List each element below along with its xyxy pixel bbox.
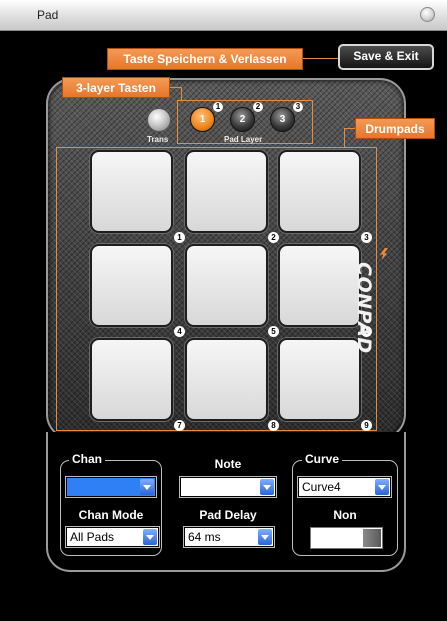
pad-1-number: 1 xyxy=(174,232,185,243)
non-label: Non xyxy=(333,508,357,522)
drum-pad-3[interactable] xyxy=(278,150,361,233)
drum-pad-6[interactable] xyxy=(278,244,361,327)
chan-mode-label: Chan Mode xyxy=(78,508,144,522)
chevron-down-icon[interactable] xyxy=(258,529,272,545)
curve-label: Curve xyxy=(302,452,343,466)
drum-pad-9[interactable] xyxy=(278,338,361,421)
layer-3-badge: 3 xyxy=(293,102,303,112)
callout-drumpads: Drumpads xyxy=(355,118,435,139)
window-title: Pad xyxy=(37,8,59,22)
note-select[interactable] xyxy=(180,477,276,497)
brand-logo: CONPAD xyxy=(353,262,375,354)
chevron-down-icon[interactable] xyxy=(260,479,274,495)
chevron-down-icon[interactable] xyxy=(143,529,157,545)
pad-4-number: 4 xyxy=(174,326,185,337)
callout-drumpads-connector-v xyxy=(344,128,345,148)
callout-save: Taste Speichern & Verlassen xyxy=(107,48,303,70)
drum-pad-7[interactable] xyxy=(90,338,173,421)
pad-3-number: 3 xyxy=(361,232,372,243)
layer-1-button[interactable]: 1 xyxy=(190,107,215,132)
pad-5-number: 5 xyxy=(268,326,279,337)
drum-pad-4[interactable] xyxy=(90,244,173,327)
pad-2-number: 2 xyxy=(268,232,279,243)
drum-pad-5[interactable] xyxy=(185,244,268,327)
pad-delay-select[interactable]: 64 ms xyxy=(184,527,274,547)
pad-layer-label: Pad Layer xyxy=(224,135,263,144)
save-exit-button[interactable]: Save & Exit xyxy=(338,44,434,70)
layer-2-button[interactable]: 2 xyxy=(230,107,255,132)
drum-pad-1[interactable] xyxy=(90,150,173,233)
callout-layer-connector-v xyxy=(181,87,182,101)
drum-pad-2[interactable] xyxy=(185,150,268,233)
pad-delay-label: Pad Delay xyxy=(199,508,257,522)
chan-mode-select[interactable]: All Pads xyxy=(66,527,159,547)
title-bar: Pad xyxy=(0,0,447,31)
drum-pad-8[interactable] xyxy=(185,338,268,421)
pad-delay-value: 64 ms xyxy=(188,530,221,544)
pad-7-number: 7 xyxy=(174,420,185,431)
callout-save-connector xyxy=(303,58,339,59)
callout-layer: 3-layer Tasten xyxy=(62,77,170,98)
chan-label: Chan xyxy=(69,452,105,466)
chan-select[interactable] xyxy=(66,477,156,497)
non-toggle[interactable] xyxy=(310,527,383,549)
trans-button[interactable] xyxy=(147,108,171,132)
trans-label: Trans xyxy=(147,135,169,144)
layer-2-badge: 2 xyxy=(253,102,263,112)
layer-3-button[interactable]: 3 xyxy=(270,107,295,132)
layer-1-badge: 1 xyxy=(213,102,223,112)
pad-9-number: 9 xyxy=(361,420,372,431)
chan-mode-value: All Pads xyxy=(70,530,115,544)
window-control-icon[interactable] xyxy=(420,7,435,22)
note-label: Note xyxy=(214,457,242,471)
callout-drumpads-connector xyxy=(344,128,355,129)
toggle-knob[interactable] xyxy=(363,529,381,547)
pad-8-number: 8 xyxy=(268,420,279,431)
chevron-down-icon[interactable] xyxy=(375,479,389,495)
curve-select[interactable]: Curve4 xyxy=(298,477,391,497)
curve-select-value: Curve4 xyxy=(302,480,341,494)
chevron-down-icon[interactable] xyxy=(140,479,154,495)
